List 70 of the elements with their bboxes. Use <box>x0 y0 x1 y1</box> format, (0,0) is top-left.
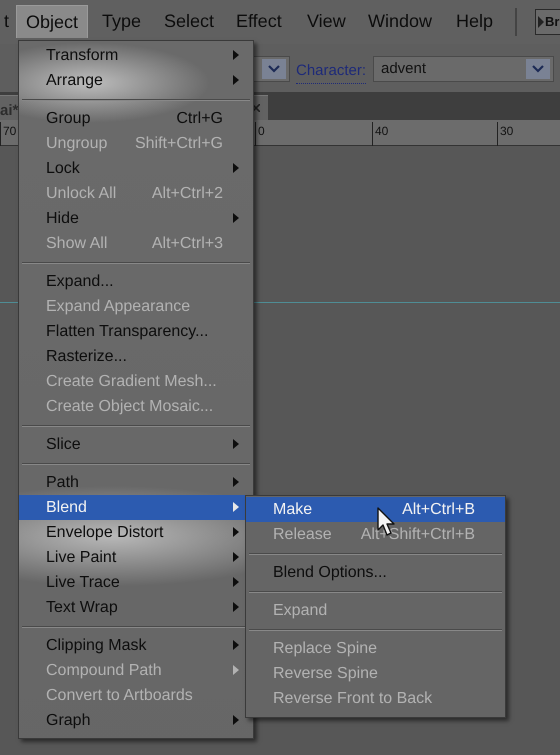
menu-item-label: Hide <box>46 208 80 228</box>
menu-item-label: Arrange <box>46 70 104 90</box>
menu-item-label: Create Gradient Mesh... <box>46 372 218 392</box>
menu-item-label: Text Wrap <box>46 598 119 618</box>
menu-item-label: Unlock All <box>46 184 118 204</box>
menu-item[interactable]: Expand... <box>19 269 253 294</box>
menu-bar-item[interactable]: Object <box>16 5 88 38</box>
menu-item-label: Blend Options... <box>273 562 388 582</box>
menu-item-label: Show All <box>46 234 108 254</box>
menu-item-label: Live Paint <box>46 548 118 568</box>
menu-item-label: Group <box>46 108 92 128</box>
shortcut-label: Ctrl+G <box>176 108 223 128</box>
ruler-label: 30 <box>497 122 514 146</box>
menu-item-label: Graph <box>46 710 92 730</box>
menu-bar-item[interactable]: Type <box>92 5 152 38</box>
menu-item-label: Envelope Distort <box>46 522 164 542</box>
menu-item[interactable]: Rasterize... <box>19 344 253 369</box>
menu-item-label: Clipping Mask <box>46 636 148 656</box>
menu-item-label: Replace Spine <box>273 638 378 658</box>
menu-item[interactable]: Slice <box>19 432 253 457</box>
menu-item[interactable]: Graph <box>19 708 253 733</box>
menu-item-label: Transform <box>46 46 120 66</box>
menu-item-label: Expand... <box>46 272 115 292</box>
menu-item-label: Compound Path <box>46 660 163 680</box>
menu-bar-item[interactable]: View <box>297 5 356 38</box>
menu-bar-item[interactable]: Select <box>154 5 224 38</box>
menu-item-label: Flatten Transparency... <box>46 322 210 342</box>
menu-item-label: Release <box>273 524 333 544</box>
menu-item[interactable]: Transform <box>19 43 253 68</box>
shortcut-label: Alt+Ctrl+2 <box>152 184 223 204</box>
menu-item-label: Path <box>46 472 80 492</box>
menu-item[interactable]: Path <box>19 470 253 495</box>
menu-item-label: Create Object Mosaic... <box>46 396 214 416</box>
shortcut-label: Alt+Ctrl+3 <box>152 234 223 254</box>
menu-item-label: Convert to Artboards <box>46 686 194 706</box>
ruler-label: 40 <box>372 122 388 146</box>
menu-item-label: Slice <box>46 434 82 454</box>
menu-bar-item[interactable]: Help <box>446 5 504 38</box>
menu-item-label: Rasterize... <box>46 346 128 366</box>
menu-item-label: Reverse Front to Back <box>273 688 434 708</box>
menu-bar-item[interactable]: Window <box>358 5 442 38</box>
menu-item-label: Expand <box>273 600 328 620</box>
shortcut-label: Shift+Ctrl+G <box>134 134 223 154</box>
menu-item[interactable]: Hide <box>19 206 253 231</box>
menu-bar-item[interactable]: Effect <box>226 5 292 38</box>
shortcut-label: Alt+Shift+Ctrl+B <box>360 524 475 544</box>
menu-item-label: Blend <box>46 498 88 518</box>
ruler-label: 70 <box>0 122 16 146</box>
character-link[interactable]: Character: <box>296 60 366 84</box>
menu-item-label: Lock <box>46 158 81 178</box>
chevron-down-icon <box>532 65 544 73</box>
menu-item-label: Make <box>273 500 314 520</box>
chevron-down-icon <box>268 65 280 73</box>
menu-item-label: Live Trace <box>46 572 121 592</box>
menu-item[interactable]: Flatten Transparency... <box>19 319 253 344</box>
dropdown[interactable] <box>252 56 290 82</box>
bridge-button[interactable]: Br <box>535 9 560 35</box>
menu-item-label: Reverse Spine <box>273 664 379 684</box>
ruler-label: 0 <box>255 122 265 146</box>
menu-item[interactable]: Group Ctrl+G <box>19 106 253 131</box>
triangle-icon <box>538 16 544 28</box>
menu-item-label: Ungroup <box>46 134 108 154</box>
font-dropdown[interactable]: advent <box>373 56 554 82</box>
close-icon[interactable] <box>252 104 260 112</box>
menu-item[interactable]: Lock <box>19 156 253 181</box>
shortcut-label: Alt+Ctrl+B <box>402 500 475 520</box>
menu-item[interactable]: Arrange <box>19 68 253 93</box>
font-value: advent <box>381 58 428 79</box>
menu-item-label: Expand Appearance <box>46 296 192 316</box>
menu-item[interactable]: Make Alt+Ctrl+B <box>246 497 505 522</box>
